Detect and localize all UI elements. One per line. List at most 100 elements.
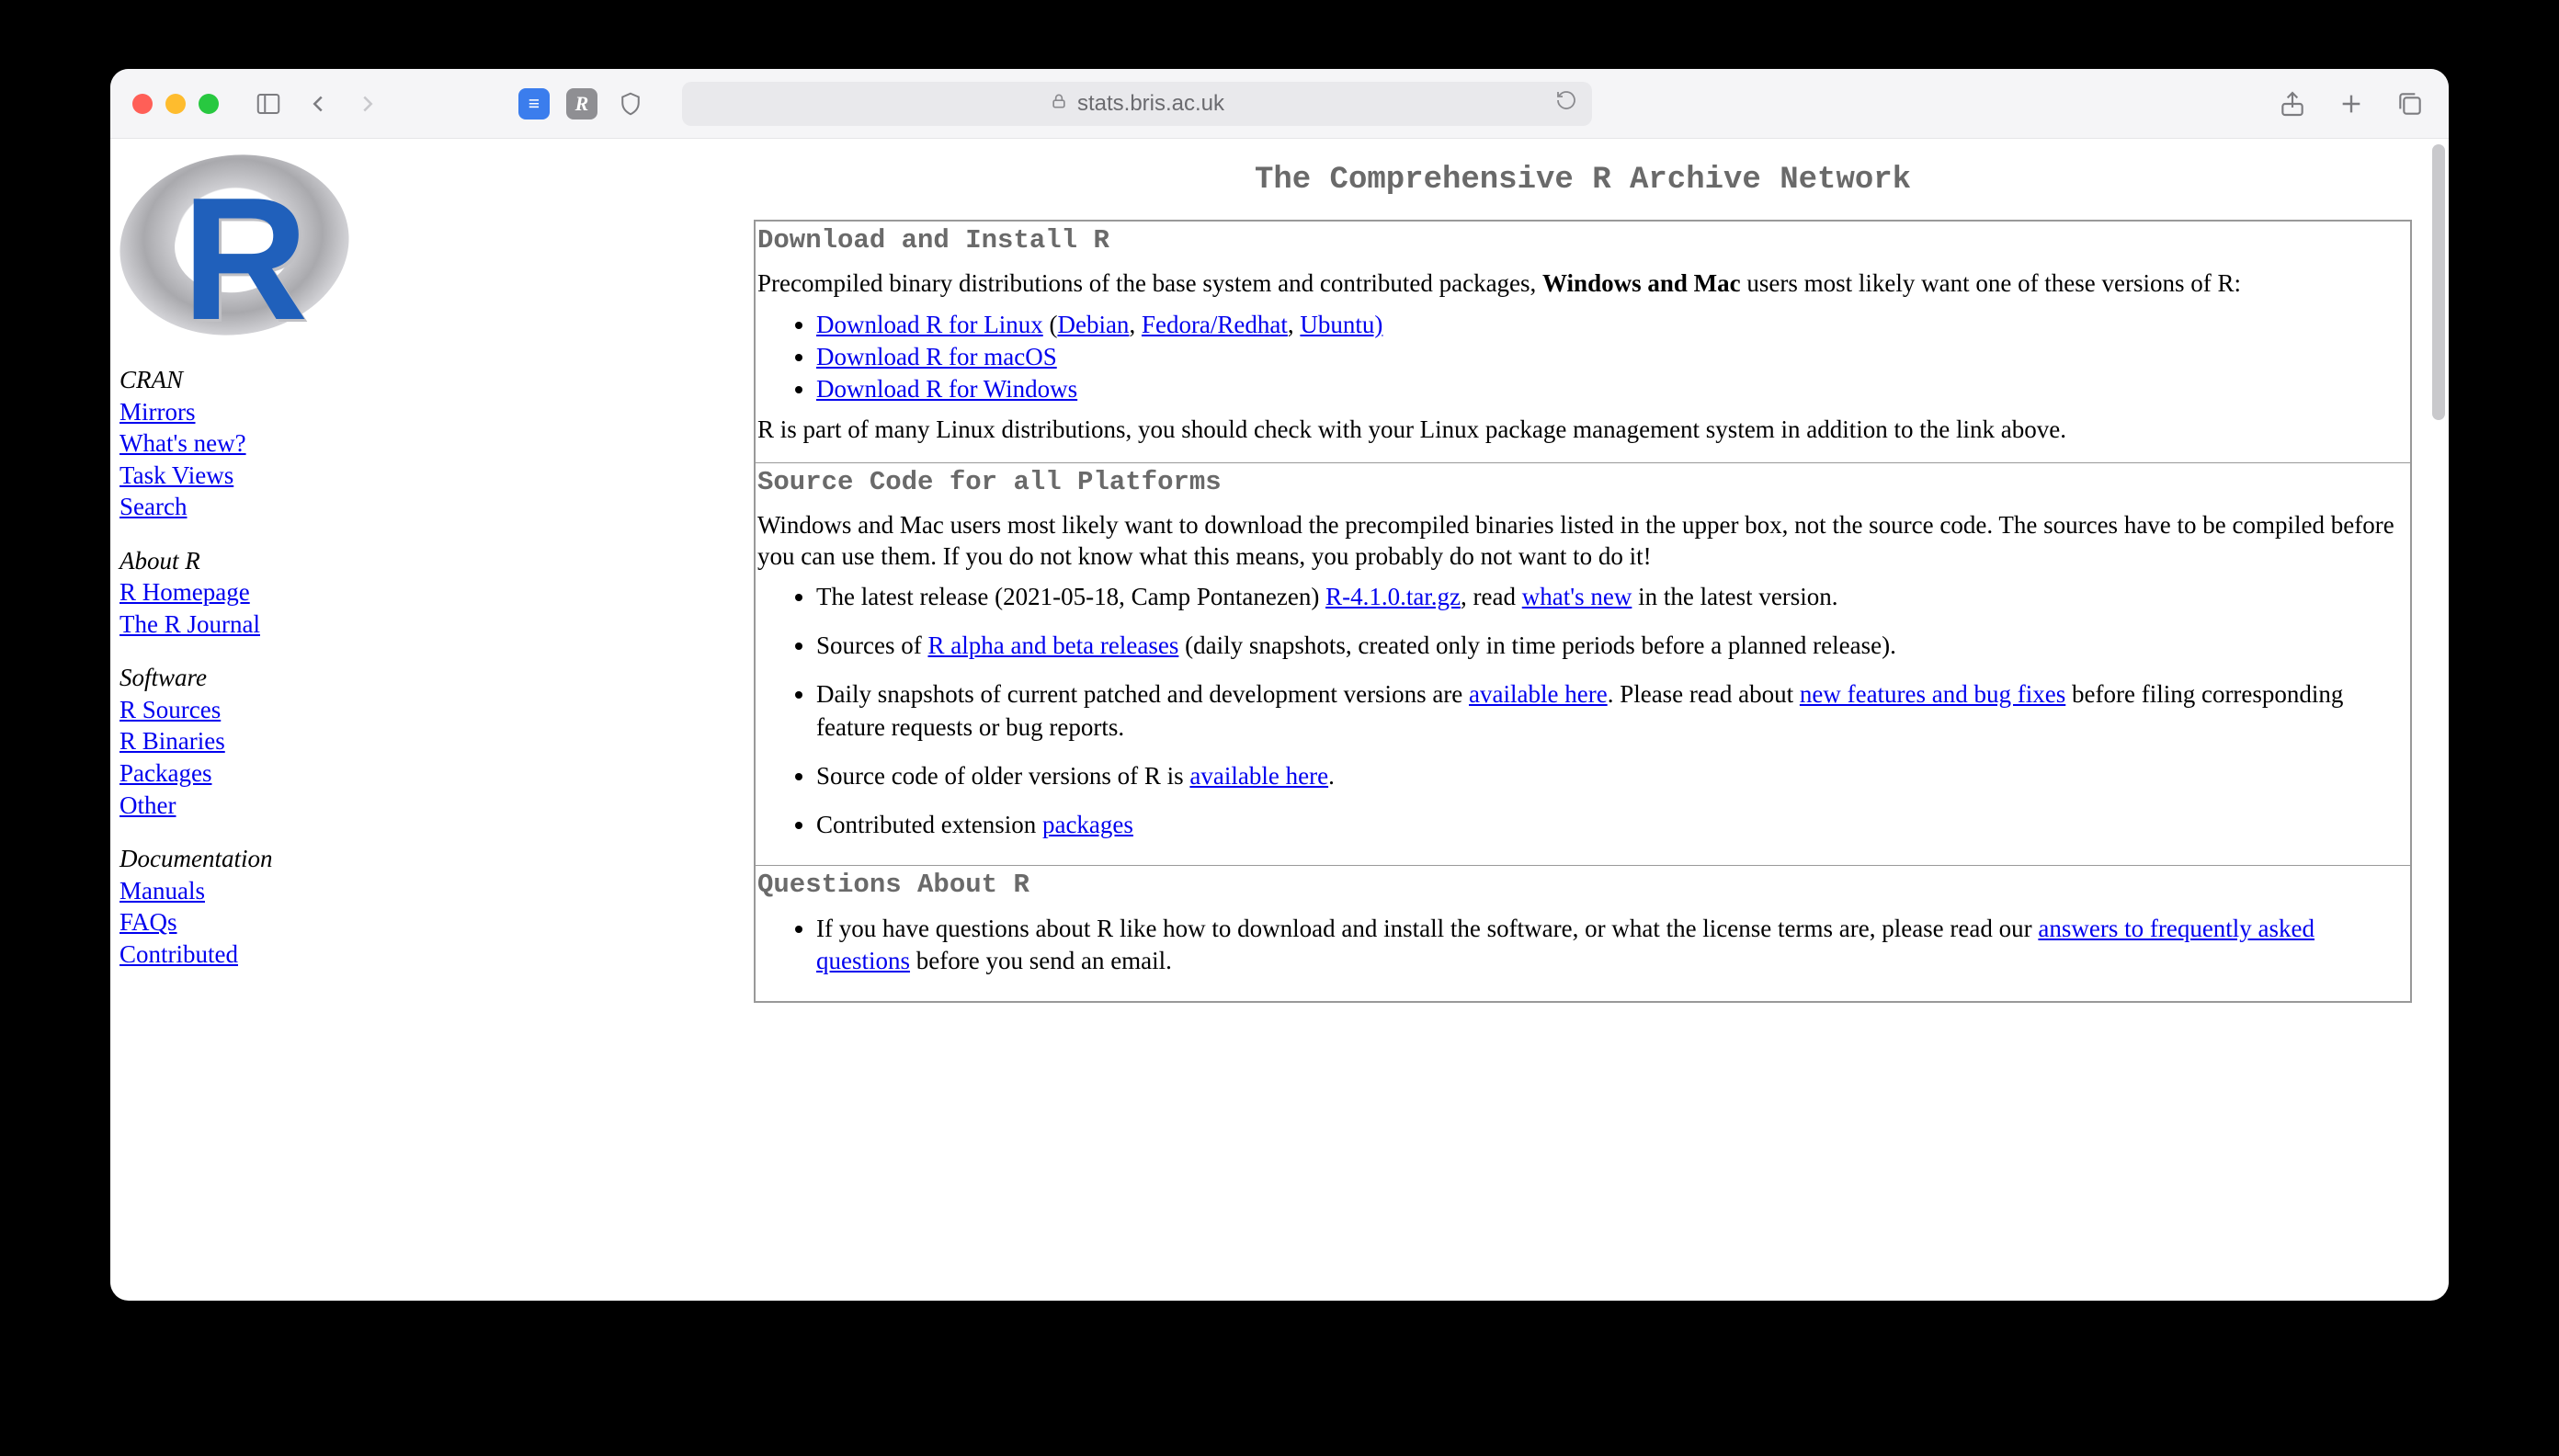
box-outro: R is part of many Linux distributions, y… bbox=[757, 415, 2408, 446]
reload-button[interactable] bbox=[1555, 89, 1577, 118]
text: If you have questions about R like how t… bbox=[816, 915, 2038, 942]
nav-group-title: Software bbox=[119, 662, 745, 694]
list-item: Download R for macOS bbox=[816, 341, 2408, 373]
list-item: Sources of R alpha and beta releases (da… bbox=[816, 630, 2408, 662]
window-controls bbox=[132, 94, 219, 114]
share-button[interactable] bbox=[2276, 87, 2309, 120]
nav-link-mirrors[interactable]: Mirrors bbox=[119, 398, 196, 426]
text: Source code of older versions of R is bbox=[816, 762, 1189, 790]
new-tab-button[interactable] bbox=[2335, 87, 2368, 120]
box-title: Source Code for all Platforms bbox=[757, 467, 2408, 505]
sidebar: R CRAN Mirrors What's new? Task Views Se… bbox=[110, 139, 754, 1301]
tabs-overview-button[interactable] bbox=[2394, 87, 2427, 120]
address-text: stats.bris.ac.uk bbox=[1077, 91, 1224, 117]
box-title: Questions About R bbox=[757, 870, 2408, 907]
box-intro: Windows and Mac users most likely want t… bbox=[757, 510, 2408, 573]
nav-group-software: Software R Sources R Binaries Packages O… bbox=[119, 662, 745, 821]
link-download-windows[interactable]: Download R for Windows bbox=[816, 375, 1077, 403]
nav-group-about-r: About R R Homepage The R Journal bbox=[119, 545, 745, 641]
download-list: Download R for Linux (Debian, Fedora/Red… bbox=[794, 309, 2408, 405]
nav-link-r-binaries[interactable]: R Binaries bbox=[119, 727, 225, 755]
extension-glyph: ≡ bbox=[529, 92, 540, 116]
link-snapshots[interactable]: available here bbox=[1469, 680, 1608, 708]
minimize-window-button[interactable] bbox=[165, 94, 186, 114]
nav-link-r-sources[interactable]: R Sources bbox=[119, 696, 221, 723]
nav-group-title: About R bbox=[119, 545, 745, 577]
shield-icon[interactable] bbox=[614, 87, 647, 120]
box-intro: Precompiled binary distributions of the … bbox=[757, 268, 2408, 300]
list-item: Download R for Windows bbox=[816, 373, 2408, 405]
link-latest-tar[interactable]: R-4.1.0.tar.gz bbox=[1325, 583, 1461, 610]
page-title: The Comprehensive R Archive Network bbox=[754, 146, 2412, 220]
list-item: Contributed extension packages bbox=[816, 809, 2408, 841]
text: . Please read about bbox=[1608, 680, 1800, 708]
nav-link-whats-new[interactable]: What's new? bbox=[119, 429, 246, 457]
nav-group-cran: CRAN Mirrors What's new? Task Views Sear… bbox=[119, 364, 745, 523]
list-item: Daily snapshots of current patched and d… bbox=[816, 678, 2408, 743]
nav-group-documentation: Documentation Manuals FAQs Contributed bbox=[119, 843, 745, 970]
back-button[interactable] bbox=[301, 87, 335, 120]
nav-group-title: CRAN bbox=[119, 364, 745, 396]
close-window-button[interactable] bbox=[132, 94, 153, 114]
nav-group-title: Documentation bbox=[119, 843, 745, 875]
text: ( bbox=[1043, 311, 1058, 338]
scrollbar-thumb[interactable] bbox=[2432, 144, 2445, 420]
text: , bbox=[1129, 311, 1142, 338]
nav-link-other[interactable]: Other bbox=[119, 791, 176, 819]
extension-button-1[interactable]: ≡ bbox=[518, 88, 550, 119]
nav-link-packages[interactable]: Packages bbox=[119, 759, 211, 787]
text: in the latest version. bbox=[1632, 583, 1837, 610]
page-content: R CRAN Mirrors What's new? Task Views Se… bbox=[110, 139, 2449, 1301]
browser-window: ≡ R stats.bris.ac.uk bbox=[110, 69, 2449, 1301]
list-item: The latest release (2021-05-18, Camp Pon… bbox=[816, 581, 2408, 613]
nav-link-r-journal[interactable]: The R Journal bbox=[119, 610, 260, 638]
text: The latest release (2021-05-18, Camp Pon… bbox=[816, 583, 1325, 610]
text: before you send an email. bbox=[910, 947, 1172, 974]
link-ubuntu[interactable]: Ubuntu) bbox=[1300, 311, 1382, 338]
titlebar: ≡ R stats.bris.ac.uk bbox=[110, 69, 2449, 139]
extension-button-2[interactable]: R bbox=[566, 88, 597, 119]
nav-link-manuals[interactable]: Manuals bbox=[119, 877, 205, 904]
text: Precompiled binary distributions of the … bbox=[757, 269, 1542, 297]
link-alpha-beta[interactable]: R alpha and beta releases bbox=[927, 631, 1178, 659]
box-questions: Questions About R If you have questions … bbox=[755, 866, 2411, 1002]
text: users most likely want one of these vers… bbox=[1741, 269, 2241, 297]
text: , bbox=[1288, 311, 1301, 338]
link-debian[interactable]: Debian bbox=[1057, 311, 1129, 338]
nav-link-faqs[interactable]: FAQs bbox=[119, 908, 177, 936]
box-title: Download and Install R bbox=[757, 225, 2408, 263]
text: . bbox=[1328, 762, 1335, 790]
nav-link-search[interactable]: Search bbox=[119, 493, 187, 520]
link-download-linux[interactable]: Download R for Linux bbox=[816, 311, 1043, 338]
source-list: The latest release (2021-05-18, Camp Pon… bbox=[794, 581, 2408, 841]
link-new-features[interactable]: new features and bug fixes bbox=[1800, 680, 2065, 708]
link-older-versions[interactable]: available here bbox=[1189, 762, 1328, 790]
sidebar-toggle-button[interactable] bbox=[252, 87, 285, 120]
nav-link-contributed[interactable]: Contributed bbox=[119, 940, 238, 968]
list-item: Source code of older versions of R is av… bbox=[816, 760, 2408, 792]
link-fedora[interactable]: Fedora/Redhat bbox=[1142, 311, 1288, 338]
address-bar[interactable]: stats.bris.ac.uk bbox=[682, 82, 1592, 126]
text-bold: Windows and Mac bbox=[1542, 269, 1741, 297]
text: , read bbox=[1461, 583, 1522, 610]
box-download-install: Download and Install R Precompiled binar… bbox=[755, 221, 2411, 463]
text: Daily snapshots of current patched and d… bbox=[816, 680, 1469, 708]
text: Contributed extension bbox=[816, 811, 1042, 838]
questions-list: If you have questions about R like how t… bbox=[794, 913, 2408, 977]
list-item: Download R for Linux (Debian, Fedora/Red… bbox=[816, 309, 2408, 341]
extension-glyph: R bbox=[575, 92, 589, 116]
link-ext-packages[interactable]: packages bbox=[1042, 811, 1133, 838]
maximize-window-button[interactable] bbox=[199, 94, 219, 114]
nav-link-r-homepage[interactable]: R Homepage bbox=[119, 578, 250, 606]
nav-link-task-views[interactable]: Task Views bbox=[119, 461, 233, 489]
forward-button[interactable] bbox=[351, 87, 384, 120]
r-logo[interactable]: R bbox=[119, 155, 349, 335]
link-whats-new[interactable]: what's new bbox=[1522, 583, 1632, 610]
content-boxes: Download and Install R Precompiled binar… bbox=[754, 220, 2412, 1003]
box-source-code: Source Code for all Platforms Windows an… bbox=[755, 463, 2411, 866]
lock-icon bbox=[1050, 91, 1068, 117]
main: The Comprehensive R Archive Network Down… bbox=[754, 139, 2449, 1301]
list-item: If you have questions about R like how t… bbox=[816, 913, 2408, 977]
text: (daily snapshots, created only in time p… bbox=[1178, 631, 1895, 659]
link-download-macos[interactable]: Download R for macOS bbox=[816, 343, 1057, 370]
